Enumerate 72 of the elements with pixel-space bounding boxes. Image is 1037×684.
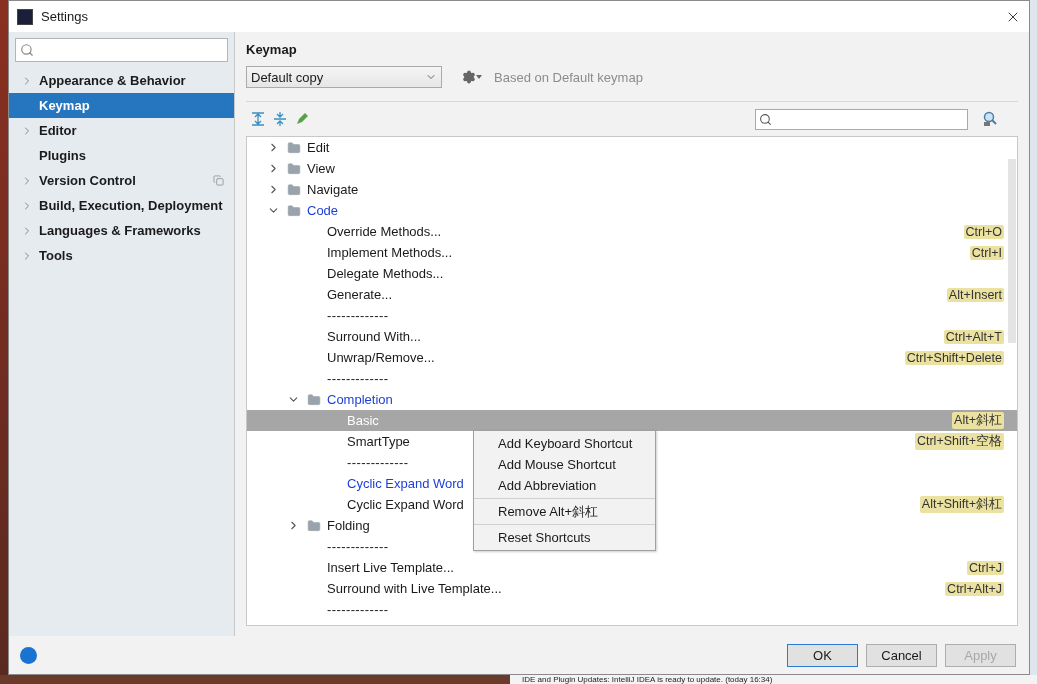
sidebar-item[interactable]: Editor [9,118,234,143]
menu-item[interactable]: Add Abbreviation [474,475,655,496]
shortcut-badge: Alt+Shift+斜杠 [919,496,1004,513]
shortcut-badge: Ctrl+Shift+空格 [914,433,1004,450]
search-field[interactable] [15,38,228,62]
menu-item[interactable]: Reset Shortcuts [474,527,655,548]
shortcut-badge: Alt+Insert [946,287,1004,302]
menu-item[interactable]: Add Keyboard Shortcut [474,433,655,454]
find-shortcut-icon[interactable] [982,111,998,127]
tree-item-label[interactable]: Cyclic Expand Word [347,476,464,491]
folder-icon [287,140,301,155]
shortcut-badge: Ctrl+Alt+T [943,329,1004,344]
folder-icon [287,182,301,197]
app-icon [17,8,33,25]
based-on-label: Based on Default keymap [494,69,643,85]
sidebar-item[interactable]: Version Control [9,168,234,193]
shortcut-badge: Ctrl+O [963,224,1004,239]
sidebar-item[interactable]: Keymap [9,93,234,118]
search-icon [20,43,34,57]
separator-text: ------------- [327,602,389,617]
collapse-all-icon[interactable] [272,111,288,127]
shortcut-badge: Ctrl+Shift+Delete [904,350,1004,365]
sidebar-item[interactable]: Build, Execution, Deployment [9,193,234,218]
selected-row[interactable]: Basic Alt+斜杠 [247,410,1017,431]
shortcut-badge: Ctrl+Alt+J [945,581,1004,596]
menu-item[interactable]: Add Mouse Shortcut [474,454,655,475]
tree-item-label[interactable]: Completion [327,392,393,407]
window-title: Settings [41,9,89,24]
shortcut-badge: Ctrl+J [967,560,1004,575]
tree-item-label[interactable]: Surround with Live Template... [327,581,502,596]
copy-icon [213,175,224,186]
scrollbar[interactable] [1008,159,1016,343]
expand-all-icon[interactable] [250,111,266,127]
notification-text: IDE and Plugin Updates: IntelliJ IDEA is ready to update. (today 16:34) [522,675,773,684]
folder-icon [307,392,321,407]
tree-item-label[interactable]: Delegate Methods... [327,266,444,281]
section-title: Keymap [246,42,298,57]
help-icon[interactable] [20,646,37,664]
tree-item-label[interactable]: View [307,161,335,176]
tree-item-label[interactable]: Cyclic Expand Word [347,497,464,512]
dialog-button[interactable]: Cancel [866,643,937,667]
tree-item-label[interactable]: Insert Live Template... [327,560,454,575]
tree-item-label[interactable]: Unwrap/Remove... [327,350,435,365]
search-icon [759,112,772,126]
folder-icon [287,203,301,218]
tree-item-label[interactable]: Generate... [327,287,393,302]
tree-item-label[interactable]: Override Methods... [327,224,442,239]
tree-item-label[interactable]: Implement Methods... [327,245,452,260]
shortcut-badge: Ctrl+I [969,245,1004,260]
tree-item-label[interactable]: Navigate [307,182,359,197]
search-field[interactable] [755,108,968,130]
tree-item-label[interactable]: Code [307,203,339,218]
shortcut-badge: Alt+斜杠 [952,412,1004,429]
folder-icon [287,161,301,176]
folder-icon [307,518,321,533]
separator-text: ------------- [327,539,389,554]
sidebar-item[interactable]: Languages & Frameworks [9,218,234,243]
separator-text: ------------- [327,371,389,386]
menu-item[interactable]: Remove Alt+斜杠 [474,501,655,522]
sidebar-item[interactable]: Tools [9,243,234,268]
keymap-dropdown[interactable]: Default copy [246,66,442,88]
tree-item-label[interactable]: SmartType [347,434,410,449]
tree-item-label[interactable]: Surround With... [327,329,421,344]
separator-text: ------------- [347,455,409,470]
tree-item-label[interactable]: Folding [327,518,370,533]
separator-text: ------------- [327,308,389,323]
dialog-button[interactable]: OK [787,643,858,667]
pencil-icon[interactable] [294,111,310,127]
sidebar-item[interactable]: Plugins [9,143,234,168]
sidebar-item[interactable]: Appearance & Behavior [9,68,234,93]
tree-item-label[interactable]: Edit [307,140,330,155]
gear-icon[interactable] [462,70,482,84]
